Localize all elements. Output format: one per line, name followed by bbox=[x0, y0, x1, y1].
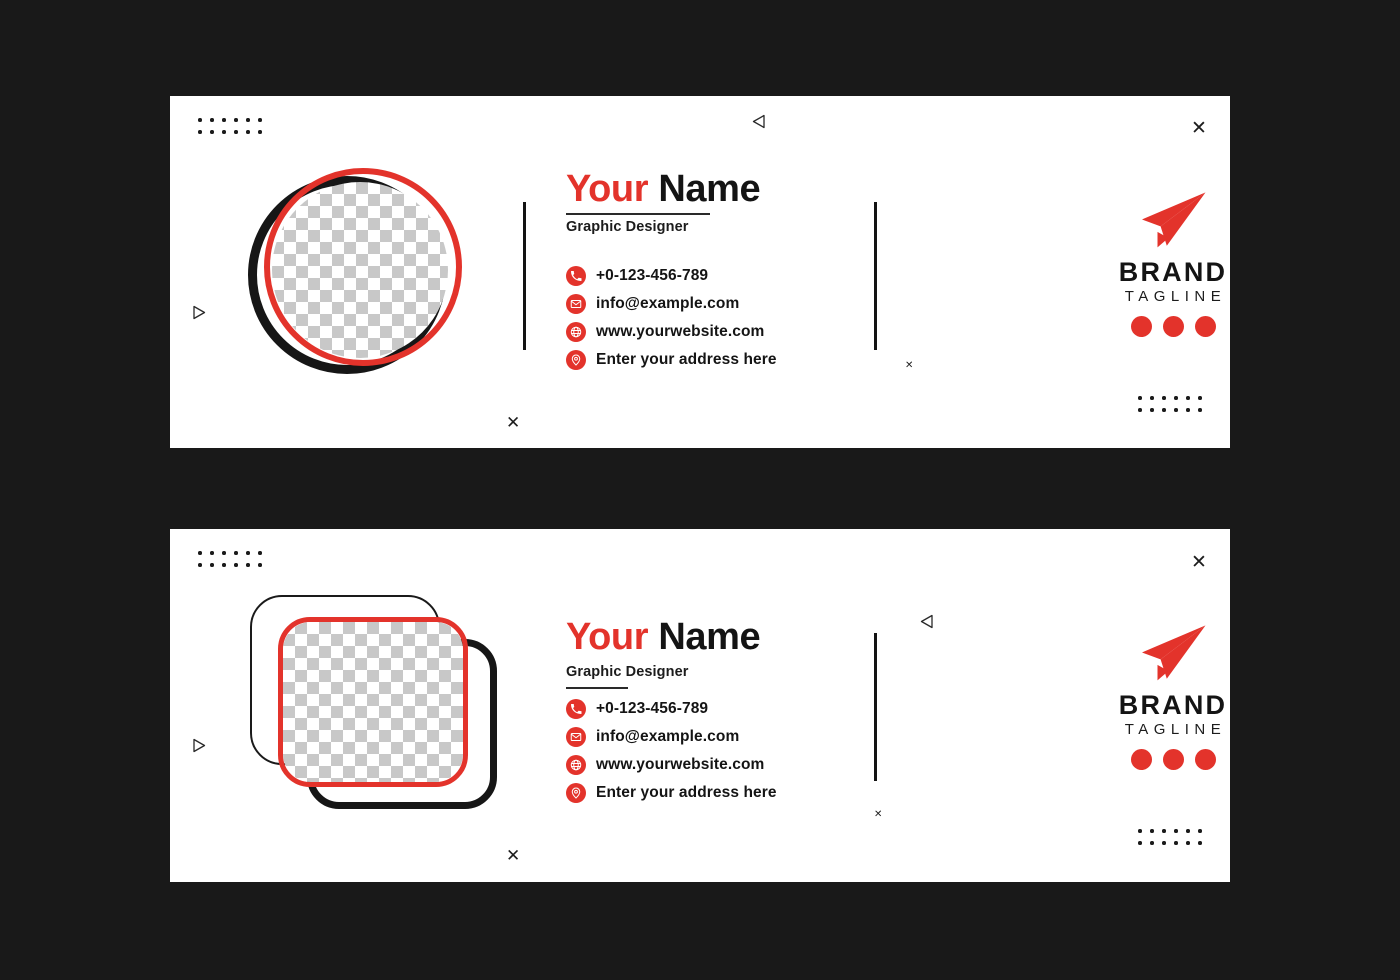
brand-dot bbox=[1130, 316, 1152, 338]
brand-dot bbox=[1130, 749, 1152, 771]
business-card-back[interactable]: ✕ ✕ ✕ Your Name Graphic Designer +0-123-… bbox=[170, 529, 1230, 882]
x-marker-bottom-left: ✕ bbox=[506, 846, 521, 865]
contact-value: Enter your address here bbox=[596, 784, 777, 801]
design-canvas: ✕ ✕ ✕ Your Name Graphic Designer +0-123-… bbox=[0, 0, 1400, 980]
globe-icon bbox=[566, 755, 586, 775]
contact-value: info@example.com bbox=[596, 295, 740, 312]
phone-icon bbox=[566, 266, 586, 286]
x-marker-small-center: ✕ bbox=[905, 360, 914, 371]
last-name: Name bbox=[658, 616, 761, 658]
contact-value: Enter your address here bbox=[596, 351, 777, 368]
brand-dot bbox=[1194, 749, 1216, 771]
dot-grid-bottom-right bbox=[1138, 829, 1210, 853]
role-underline bbox=[566, 686, 628, 689]
triangle-right-icon bbox=[192, 738, 206, 753]
full-name: Your Name bbox=[566, 168, 761, 210]
contact-row-address[interactable]: Enter your address here bbox=[566, 350, 777, 370]
brand-dot-row bbox=[1078, 749, 1230, 771]
business-card-front[interactable]: ✕ ✕ ✕ Your Name Graphic Designer +0-123-… bbox=[170, 96, 1230, 448]
contact-row-address[interactable]: Enter your address here bbox=[566, 783, 777, 803]
x-marker-top-right: ✕ bbox=[1191, 552, 1207, 573]
contact-value: +0-123-456-789 bbox=[596, 267, 709, 284]
paper-plane-icon bbox=[1134, 190, 1212, 252]
brand-logo-block[interactable]: BRAND TAGLINE bbox=[1078, 190, 1230, 338]
brand-dot bbox=[1194, 316, 1216, 338]
envelope-icon bbox=[566, 727, 586, 747]
contact-value: info@example.com bbox=[596, 728, 740, 745]
last-name: Name bbox=[658, 168, 761, 210]
triangle-left-icon bbox=[920, 614, 934, 629]
first-name: Your bbox=[566, 616, 649, 658]
x-marker-bottom-left: ✕ bbox=[506, 413, 521, 432]
profile-photo-placeholder[interactable] bbox=[250, 589, 510, 829]
triangle-right-icon bbox=[192, 305, 206, 320]
brand-tagline: TAGLINE bbox=[1124, 288, 1227, 306]
job-title: Graphic Designer bbox=[566, 663, 689, 680]
identity-block: Your Name Graphic Designer bbox=[566, 616, 761, 689]
name-underline bbox=[566, 212, 710, 215]
contact-row-website[interactable]: www.yourwebsite.com bbox=[566, 322, 777, 342]
brand-logo-block[interactable]: BRAND TAGLINE bbox=[1078, 623, 1230, 771]
phone-icon bbox=[566, 699, 586, 719]
contact-row-phone[interactable]: +0-123-456-789 bbox=[566, 699, 777, 719]
brand-name: BRAND bbox=[1118, 257, 1228, 287]
divider-rule-right bbox=[874, 202, 877, 350]
brand-dot-row bbox=[1078, 316, 1230, 338]
dot-grid-top-left bbox=[198, 118, 270, 142]
divider-rule-left bbox=[523, 202, 526, 350]
contact-list: +0-123-456-789 info@example.com www.your… bbox=[566, 699, 777, 811]
contact-value: www.yourwebsite.com bbox=[596, 323, 765, 340]
paper-plane-icon bbox=[1134, 623, 1212, 685]
brand-tagline: TAGLINE bbox=[1124, 721, 1227, 739]
divider-rule-right bbox=[874, 633, 877, 781]
dot-grid-bottom-right bbox=[1138, 396, 1210, 420]
dot-grid-top-left bbox=[198, 551, 270, 575]
profile-photo-placeholder[interactable] bbox=[248, 168, 474, 374]
contact-value: +0-123-456-789 bbox=[596, 700, 709, 717]
triangle-left-icon bbox=[752, 114, 766, 129]
contact-row-email[interactable]: info@example.com bbox=[566, 294, 777, 314]
globe-icon bbox=[566, 322, 586, 342]
x-marker-top-right: ✕ bbox=[1191, 118, 1207, 139]
photo-checkerboard bbox=[283, 622, 463, 782]
brand-dot bbox=[1162, 316, 1184, 338]
brand-dot bbox=[1162, 749, 1184, 771]
x-marker-small-center: ✕ bbox=[874, 809, 883, 820]
envelope-icon bbox=[566, 294, 586, 314]
contact-value: www.yourwebsite.com bbox=[596, 756, 765, 773]
photo-checkerboard bbox=[272, 182, 448, 358]
contact-row-email[interactable]: info@example.com bbox=[566, 727, 777, 747]
full-name: Your Name bbox=[566, 616, 761, 658]
location-pin-icon bbox=[566, 350, 586, 370]
first-name: Your bbox=[566, 168, 649, 210]
job-title: Graphic Designer bbox=[566, 218, 689, 235]
identity-block: Your Name Graphic Designer bbox=[566, 168, 761, 235]
contact-row-phone[interactable]: +0-123-456-789 bbox=[566, 266, 777, 286]
brand-name: BRAND bbox=[1118, 690, 1228, 720]
location-pin-icon bbox=[566, 783, 586, 803]
contact-list: +0-123-456-789 info@example.com www.your… bbox=[566, 266, 777, 378]
contact-row-website[interactable]: www.yourwebsite.com bbox=[566, 755, 777, 775]
